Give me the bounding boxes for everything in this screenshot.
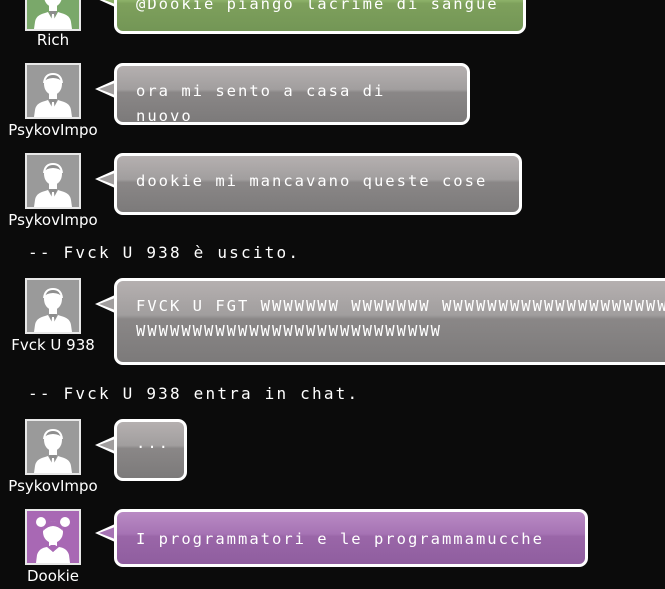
message-text: FVCK U FGT WWWWWWW WWWWWWW WWWWWWWWWWWWW… (136, 297, 665, 340)
avatar[interactable] (25, 63, 81, 119)
message-bubble: @Dookie piango lacrime di sangue (114, 0, 526, 34)
username[interactable]: Rich (0, 31, 108, 49)
username[interactable]: Fvck U 938 (0, 336, 108, 354)
male-user-icon (27, 65, 79, 117)
bubble-tail-fill (99, 173, 115, 185)
username[interactable]: PsykovImpo (0, 211, 108, 229)
bubble-tail-fill (99, 0, 115, 4)
username[interactable]: PsykovImpo (0, 121, 108, 139)
username[interactable]: Dookie (0, 567, 108, 585)
bubble-tail-fill (99, 83, 115, 95)
message-text: ... (136, 434, 170, 452)
message-bubble: FVCK U FGT WWWWWWW WWWWWWW WWWWWWWWWWWWW… (114, 278, 665, 365)
system-message: -- Fvck U 938 è uscito. (28, 243, 301, 262)
message-bubble: I programmatori e le programmamucche (114, 509, 588, 567)
male-user-icon (27, 155, 79, 207)
message-text: dookie mi mancavano queste cose (136, 172, 488, 190)
message-bubble: ... (114, 419, 187, 481)
bubble-tail-fill (99, 298, 115, 310)
male-user-icon (27, 280, 79, 332)
avatar[interactable] (25, 0, 81, 31)
male-user-icon (27, 421, 79, 473)
message-text: I programmatori e le programmamucche (136, 530, 544, 548)
avatar[interactable] (25, 509, 81, 565)
bubble-tail-fill (99, 439, 115, 451)
bubble-tail-fill (99, 527, 115, 539)
avatar[interactable] (25, 419, 81, 475)
message-bubble: ora mi sento a casa di nuovo (114, 63, 470, 125)
female-user-icon (27, 511, 79, 563)
message-text: ora mi sento a casa di nuovo (136, 82, 386, 125)
male-user-icon (27, 0, 79, 29)
avatar[interactable] (25, 153, 81, 209)
system-message: -- Fvck U 938 entra in chat. (28, 384, 360, 403)
avatar[interactable] (25, 278, 81, 334)
username[interactable]: PsykovImpo (0, 477, 108, 495)
message-text: @Dookie piango lacrime di sangue (136, 0, 499, 13)
message-bubble: dookie mi mancavano queste cose (114, 153, 522, 215)
